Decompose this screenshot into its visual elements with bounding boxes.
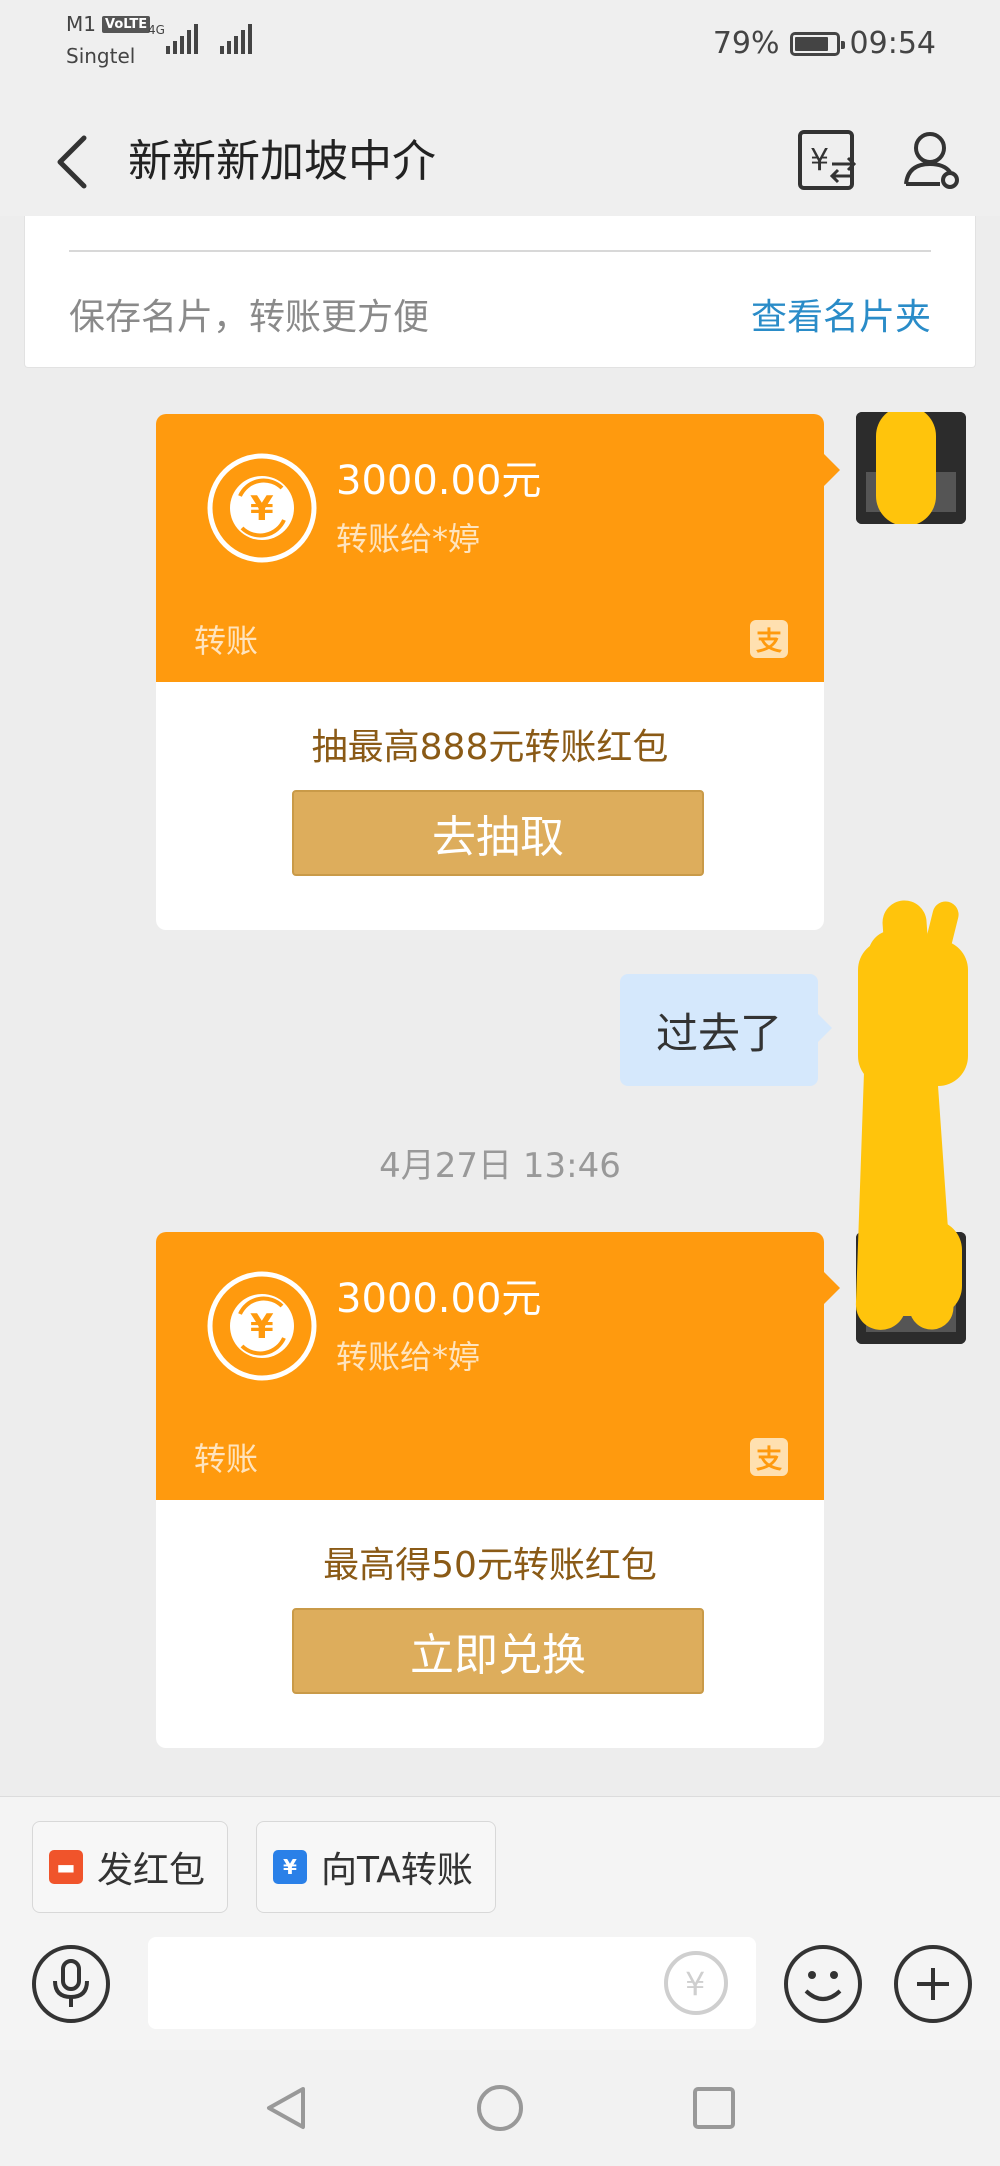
redeem-button[interactable]: 立即兑换 (292, 1608, 704, 1694)
transfer-to-button[interactable]: ¥ 向TA转账 (256, 1821, 496, 1913)
namecard-hint: 保存名片，转账更方便 (69, 297, 430, 338)
transfer-ticket-icon: ¥ (273, 1850, 307, 1884)
text-message[interactable]: 过去了 (620, 974, 833, 1086)
clock: 09:54 (849, 26, 936, 61)
battery-percent: 79% (712, 26, 780, 61)
signal-icon (220, 24, 252, 54)
svg-text:4G: 4G (148, 23, 165, 37)
send-red-packet-button[interactable]: ▬ 发红包 (32, 1821, 229, 1913)
view-namecards-link[interactable]: 查看名片夹 (751, 288, 931, 340)
svg-text:¥: ¥ (250, 1307, 274, 1347)
carrier-2-name: Singtel (66, 44, 136, 68)
chat-title: 新新新加坡中介 (128, 136, 436, 187)
transfer-promo: 抽最高888元转账红包 去抽取 (156, 682, 824, 930)
nav-home-icon[interactable] (472, 2080, 528, 2136)
transfer-header: ¥ 3000.00元 转账给*婷 转账 支 (156, 414, 840, 682)
carrier-1-name: M1 (66, 12, 96, 36)
transfer-label: 转账 (194, 622, 259, 660)
status-right: 79% 09:54 (713, 26, 936, 61)
transfer-yen-icon: ¥ (207, 453, 317, 563)
volte-badge: VoLTE (101, 15, 151, 33)
system-nav-bar (0, 2050, 1000, 2166)
transfer-amount: 3000.00元 (336, 1276, 542, 1322)
alipay-logo-icon: 支 (750, 620, 788, 658)
transfer-header: ¥ 3000.00元 转账给*婷 转账 支 (156, 1232, 840, 1500)
message-input[interactable]: ¥ (148, 1937, 756, 2029)
transfer-label: 转账 (194, 1440, 259, 1478)
red-packet-icon: ▬ (49, 1850, 83, 1884)
promo-text: 最高得50元转账红包 (323, 1545, 657, 1586)
transfer-recipient: 转账给*婷 (336, 520, 481, 558)
transfer-promo: 最高得50元转账红包 立即兑换 (156, 1500, 824, 1748)
more-plus-icon[interactable] (894, 1945, 972, 2023)
transfer-bubble[interactable]: ¥ 3000.00元 转账给*婷 转账 支 抽最高888元转账红包 去抽取 (156, 414, 840, 930)
divider (69, 250, 931, 252)
transfer-to-label: 向TA转账 (321, 1850, 473, 1891)
transfer-shortcut-icon[interactable]: ¥ (660, 1947, 732, 2019)
promo-text: 抽最高888元转账红包 (311, 727, 669, 768)
transfer-yen-icon: ¥ (207, 1271, 317, 1381)
nav-back-icon[interactable] (258, 2080, 314, 2136)
save-namecard-banner: 保存名片，转账更方便 查看名片夹 (24, 216, 976, 368)
input-row: ¥ (0, 1937, 1000, 2037)
status-bar: M1 VoLTE Singtel 4G 79% 09:54 (0, 0, 1000, 108)
voice-input-icon[interactable] (32, 1945, 110, 2023)
scribble-mark (876, 412, 936, 524)
redaction-scribble (866, 1220, 962, 1316)
avatar[interactable] (856, 412, 966, 524)
back-icon[interactable] (42, 124, 102, 200)
battery-icon (789, 31, 845, 56)
person-settings-icon[interactable] (900, 122, 964, 198)
chat-toolbar: ▬ 发红包 ¥ 向TA转账 ¥ (0, 1796, 1000, 2050)
transfer-recipient: 转账给*婷 (336, 1338, 481, 1376)
draw-button[interactable]: 去抽取 (292, 790, 704, 876)
transfer-amount: 3000.00元 (336, 458, 542, 504)
alipay-logo-icon: 支 (750, 1438, 788, 1476)
chat-header: 新新新加坡中介 ¥ (0, 108, 1000, 216)
emoji-icon[interactable] (784, 1945, 862, 2023)
svg-text:¥: ¥ (250, 489, 274, 529)
red-packet-label: 发红包 (97, 1850, 206, 1891)
timestamp: 4月27日 13:46 (379, 1146, 621, 1186)
transfer-bubble[interactable]: ¥ 3000.00元 转账给*婷 转账 支 最高得50元转账红包 立即兑换 (156, 1232, 840, 1748)
transfer-record-icon[interactable]: ¥ (796, 122, 860, 198)
carrier-1: M1 VoLTE (66, 12, 151, 36)
nav-recents-icon[interactable] (686, 2080, 742, 2136)
svg-text:¥: ¥ (685, 1965, 705, 2003)
svg-text:¥: ¥ (810, 143, 829, 178)
signal-4g-icon: 4G (148, 23, 198, 54)
